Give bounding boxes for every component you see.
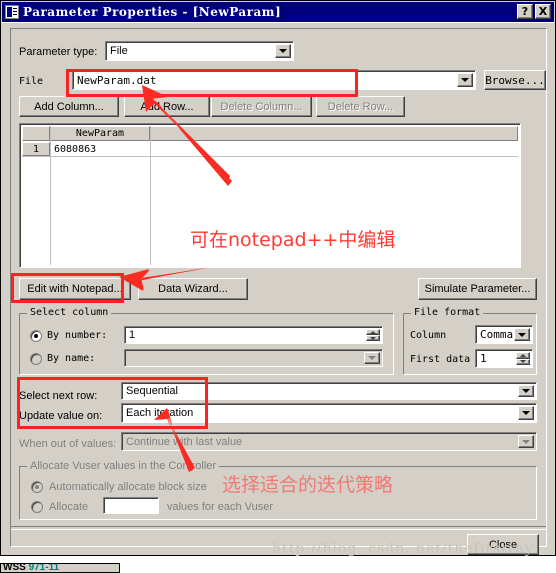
chevron-down-icon[interactable]	[518, 385, 534, 397]
allocate-vuser-group-title: Allocate Vuser values in the Controller	[27, 460, 220, 472]
manual-allocate-label-pre: Allocate	[49, 501, 89, 513]
update-value-on-combo[interactable]: Each iteration	[121, 403, 537, 423]
when-out-of-values-combo[interactable]: Continue with last value	[121, 432, 537, 451]
update-value-on-value: Each iteration	[126, 407, 194, 419]
select-next-row-combo[interactable]: Sequential	[121, 382, 537, 400]
watermark-text: http://blog. csdn. net/thefirstray	[272, 541, 534, 557]
footer-divider	[11, 526, 546, 530]
auto-allocate-label: Automatically allocate block size	[49, 481, 207, 493]
spinner-buttons[interactable]	[366, 329, 380, 341]
manual-allocate-label-post: values for each Vuser	[167, 501, 273, 513]
close-window-button[interactable]: X	[535, 4, 551, 19]
title-bar-buttons: ? X	[517, 4, 551, 19]
parameter-type-combo[interactable]: File	[105, 41, 294, 61]
by-number-radio[interactable]	[30, 330, 42, 342]
grid-corner-cell	[22, 126, 50, 141]
format-column-combo[interactable]: Comma	[475, 325, 533, 344]
first-data-value: 1	[480, 352, 487, 365]
grid-column-header[interactable]: NewParam	[50, 126, 150, 141]
format-column-value: Comma	[480, 328, 514, 341]
chevron-down-icon[interactable]	[518, 435, 534, 448]
by-name-label: By name:	[47, 353, 96, 364]
by-number-value: 1	[129, 329, 136, 341]
add-row-button[interactable]: Add Row...	[124, 96, 210, 117]
chevron-down-icon[interactable]	[518, 406, 534, 420]
data-wizard-button[interactable]: Data Wizard...	[138, 278, 248, 300]
grid-cell-empty[interactable]	[150, 142, 518, 156]
window-title: Parameter Properties - [NewParam]	[23, 5, 282, 19]
grid-column-divider	[150, 126, 151, 265]
by-name-combo[interactable]	[124, 349, 383, 367]
delete-column-button[interactable]: Delete Column...	[211, 96, 312, 117]
title-bar: Parameter Properties - [NewParam] ? X	[2, 2, 554, 22]
bottom-partial-box: WSS 971-11	[0, 563, 120, 573]
browse-button[interactable]: Browse...	[484, 70, 546, 90]
by-name-radio[interactable]	[30, 353, 42, 365]
delete-row-button[interactable]: Delete Row...	[316, 96, 405, 117]
simulate-parameter-button[interactable]: Simulate Parameter...	[418, 278, 537, 300]
file-combo[interactable]: NewParam.dat	[72, 70, 476, 90]
file-label: File	[19, 76, 44, 87]
by-number-label: By number:	[47, 330, 108, 341]
by-number-spinner[interactable]: 1	[124, 326, 383, 344]
grid-header-row: NewParam	[22, 126, 518, 141]
chevron-down-icon[interactable]	[514, 328, 530, 341]
spinner-buttons[interactable]	[516, 352, 530, 365]
update-value-on-label: Update value on:	[19, 410, 103, 422]
format-column-label: Column	[410, 330, 447, 341]
document-icon	[5, 5, 19, 19]
chevron-down-icon[interactable]	[364, 352, 380, 364]
grid-cell-value[interactable]: 6080863	[50, 142, 150, 156]
auto-allocate-radio[interactable]	[31, 481, 43, 493]
manual-allocate-radio[interactable]	[31, 501, 43, 513]
select-next-row-value: Sequential	[126, 385, 178, 397]
help-button[interactable]: ?	[517, 4, 533, 19]
chevron-down-icon[interactable]	[275, 44, 291, 58]
annotation-note-notepad: 可在notepad++中编辑	[190, 229, 396, 251]
file-format-group-title: File format	[411, 307, 484, 318]
allocate-count-input[interactable]	[103, 497, 159, 514]
add-column-button[interactable]: Add Column...	[19, 96, 119, 117]
grid-column-header-empty[interactable]	[150, 126, 518, 141]
first-data-spinner[interactable]: 1	[475, 349, 533, 368]
parameter-type-value: File	[110, 45, 128, 57]
grid-row-header[interactable]: 1	[22, 142, 50, 156]
select-next-row-label: Select next row:	[19, 390, 98, 402]
table-row[interactable]: 1 6080863	[22, 142, 518, 157]
annotation-note-strategy: 选择适合的迭代策略	[222, 474, 394, 496]
when-out-of-values-label: When out of values:	[19, 438, 117, 450]
spinner-down-icon[interactable]	[366, 335, 380, 341]
parameter-type-label: Parameter type:	[19, 46, 98, 58]
select-column-group-title: Select column	[27, 307, 112, 318]
file-value: NewParam.dat	[77, 73, 157, 87]
first-data-label: First data	[410, 354, 471, 365]
when-out-of-values-value: Continue with last value	[126, 435, 243, 448]
grid-column-divider	[50, 126, 51, 265]
chevron-down-icon[interactable]	[457, 73, 473, 87]
spinner-down-icon[interactable]	[516, 358, 530, 365]
edit-with-notepad-button[interactable]: Edit with Notepad...	[19, 278, 131, 300]
bottom-partial-text: WSS 971-11	[3, 563, 60, 573]
